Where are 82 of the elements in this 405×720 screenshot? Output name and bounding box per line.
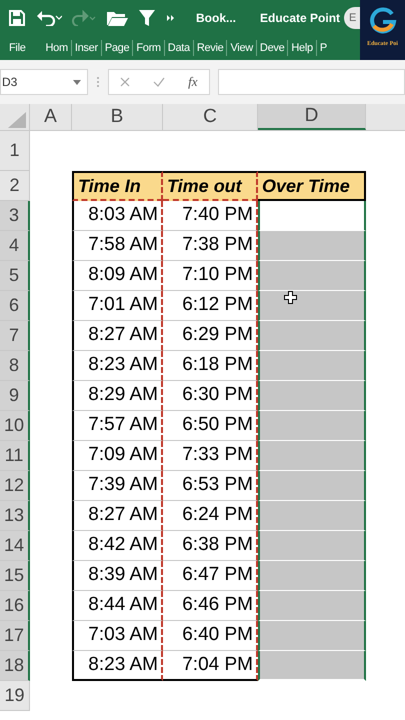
row-header[interactable]: 7 (0, 321, 30, 351)
row-header[interactable]: 8 (0, 351, 30, 381)
time-cell: 8:23 AM (72, 351, 163, 381)
column-header[interactable]: D (258, 104, 366, 130)
row-header[interactable]: 12 (0, 471, 30, 501)
account-name: Educate Point (260, 10, 340, 27)
overtime-cell[interactable] (258, 591, 366, 621)
overtime-cell[interactable] (258, 231, 366, 261)
row-header[interactable]: 3 (0, 201, 30, 231)
overtime-cell[interactable] (258, 621, 366, 651)
row-header[interactable]: 17 (0, 621, 30, 651)
ribbon-tab[interactable]: Data (164, 40, 193, 56)
ribbon-tab[interactable]: Revie (192, 40, 226, 56)
cell-cursor-icon (284, 291, 297, 304)
row-header[interactable]: 6 (0, 291, 30, 321)
document-title: Book... (196, 10, 236, 27)
time-cell: 7:58 AM (72, 231, 163, 261)
time-cell: 8:29 AM (72, 381, 163, 411)
row-header[interactable]: 11 (0, 441, 30, 471)
overtime-cell[interactable] (258, 381, 366, 411)
undo-icon[interactable] (36, 10, 62, 26)
more-icon[interactable] (166, 13, 176, 23)
ribbon-tab[interactable]: View (226, 40, 256, 56)
header-cell: Time In (72, 171, 163, 201)
time-cell: 8:27 AM (72, 501, 163, 531)
time-cell: 7:39 AM (72, 471, 163, 501)
time-cell: 8:44 AM (72, 591, 163, 621)
row-header[interactable]: 14 (0, 531, 30, 561)
formula-input[interactable] (218, 69, 405, 95)
overtime-cell[interactable] (258, 531, 366, 561)
logo-icon (368, 6, 396, 34)
overtime-cell[interactable] (258, 501, 366, 531)
row-header[interactable]: 15 (0, 561, 30, 591)
overtime-cell[interactable] (258, 441, 366, 471)
row-header[interactable]: 4 (0, 231, 30, 261)
insert-function-button[interactable]: fx (188, 72, 198, 92)
header-cell: Over Time (258, 171, 366, 201)
ribbon-tab[interactable]: Help (287, 40, 316, 56)
ribbon-tab[interactable]: Page (100, 40, 132, 56)
row-header[interactable]: 2 (0, 171, 30, 201)
filter-icon[interactable] (138, 9, 156, 27)
overtime-cell[interactable] (258, 411, 366, 441)
row-header[interactable]: 9 (0, 381, 30, 411)
ribbon-tab[interactable]: Hom (42, 40, 71, 56)
overtime-cell[interactable] (258, 651, 366, 681)
ribbon-tab[interactable]: File (6, 40, 29, 56)
overtime-cell[interactable] (258, 291, 366, 321)
column-header[interactable]: B (72, 104, 163, 130)
ribbon-tab[interactable]: Form (132, 40, 164, 56)
ribbon-tab[interactable]: Inser (70, 40, 101, 56)
ribbon-tab[interactable]: P (316, 40, 330, 56)
overtime-cell[interactable] (258, 471, 366, 501)
overtime-cell[interactable] (258, 321, 366, 351)
save-icon[interactable] (8, 9, 26, 27)
time-cell: 8:09 AM (72, 261, 163, 291)
row-header[interactable]: 13 (0, 501, 30, 531)
time-cell: 8:39 AM (72, 561, 163, 591)
header-cell: Time out (163, 171, 258, 201)
overtime-cell[interactable] (258, 561, 366, 591)
time-cell: 8:03 AM (72, 201, 163, 231)
time-cell: 7:03 AM (72, 621, 163, 651)
row-header[interactable]: 5 (0, 261, 30, 291)
time-cell: 8:23 AM (72, 651, 163, 681)
overtime-cell[interactable] (258, 351, 366, 381)
row-header[interactable]: 16 (0, 591, 30, 621)
ribbon-tab[interactable]: Deve (256, 40, 288, 56)
time-cell: 7:09 AM (72, 441, 163, 471)
time-cell: 7:01 AM (72, 291, 163, 321)
time-cell: 8:42 AM (72, 531, 163, 561)
folder-icon[interactable] (106, 10, 128, 26)
dropdown-icon (73, 80, 81, 84)
row-header[interactable]: 10 (0, 411, 30, 441)
name-box[interactable]: D3 (0, 69, 88, 95)
account-avatar[interactable]: E (344, 7, 362, 29)
row-header[interactable]: 19 (0, 681, 30, 711)
time-cell: 8:27 AM (72, 321, 163, 351)
time-cell: 7:57 AM (72, 411, 163, 441)
row-header[interactable]: 18 (0, 651, 30, 681)
column-header[interactable]: A (30, 104, 72, 130)
overtime-cell[interactable] (258, 261, 366, 291)
row-header[interactable]: 1 (0, 131, 30, 171)
overtime-cell[interactable] (258, 201, 366, 231)
